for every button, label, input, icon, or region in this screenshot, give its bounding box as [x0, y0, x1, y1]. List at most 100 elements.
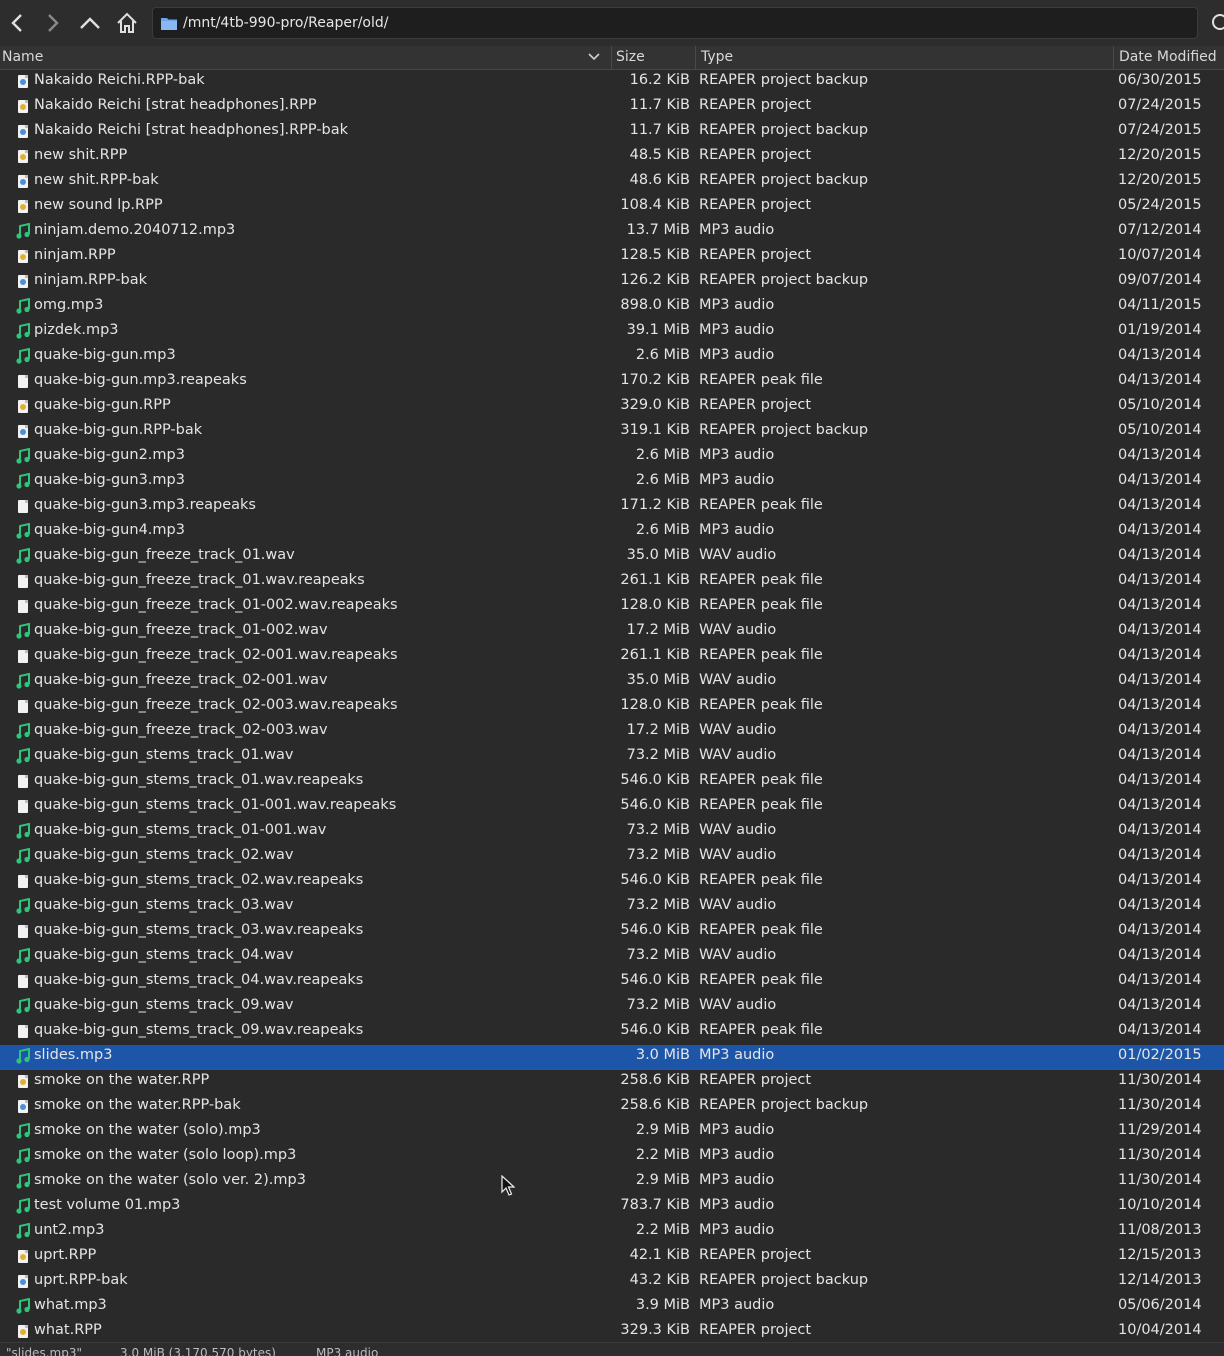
file-size: 48.5 KiB	[629, 147, 690, 163]
file-type: MP3 audio	[699, 447, 775, 463]
file-type: WAV audio	[699, 622, 777, 638]
up-button[interactable]	[76, 9, 104, 37]
file-row[interactable]: quake-big-gun3.mp3.reapeaks 171.2 KiB REAP…	[0, 495, 1224, 520]
file-row[interactable]: quake-big-gun_stems_track_02.wav 73.2 MiB…	[0, 845, 1224, 870]
file-row[interactable]: quake-big-gun_freeze_track_02-001.wav.re…	[0, 645, 1224, 670]
file-row[interactable]: quake-big-gun_stems_track_04.wav 73.2 MiB…	[0, 945, 1224, 970]
file-type: MP3 audio	[699, 522, 775, 538]
file-date: 04/13/2014	[1118, 572, 1202, 588]
file-row[interactable]: Nakaido Reichi.RPP-bak 16.2 KiB REAPER pro…	[0, 70, 1224, 95]
file-row[interactable]: quake-big-gun_stems_track_03.wav 73.2 MiB…	[0, 895, 1224, 920]
file-type: REAPER peak file	[699, 972, 823, 988]
file-type: REAPER project	[699, 1322, 812, 1338]
path-bar[interactable]: /mnt/4tb-990-pro/Reaper/old/	[152, 7, 1198, 39]
file-row[interactable]: quake-big-gun3.mp3 2.6 MiB MP3 audio 04/13/…	[0, 470, 1224, 495]
home-button[interactable]	[113, 9, 141, 37]
file-row[interactable]: quake-big-gun_stems_track_01.wav 73.2 MiB…	[0, 745, 1224, 770]
file-size: 11.7 KiB	[629, 97, 690, 113]
file-row[interactable]: unt2.mp3 2.2 MiB MP3 audio 11/08/2013	[0, 1220, 1224, 1245]
file-date: 04/13/2014	[1118, 1022, 1202, 1038]
file-icon	[16, 873, 30, 889]
file-row[interactable]: test volume 01.mp3 783.7 KiB MP3 audio 10/1…	[0, 1195, 1224, 1220]
music-icon	[16, 997, 30, 1014]
file-row[interactable]: slides.mp3 3.0 MiB MP3 audio 01/02/2015	[0, 1045, 1224, 1070]
file-row[interactable]: quake-big-gun4.mp3 2.6 MiB MP3 audio 04/13/…	[0, 520, 1224, 545]
file-type: MP3 audio	[699, 322, 775, 338]
file-row[interactable]: pizdek.mp3 39.1 MiB MP3 audio 01/19/2014	[0, 320, 1224, 345]
file-icon	[16, 373, 30, 389]
file-row[interactable]: quake-big-gun_stems_track_01.wav.reapeak…	[0, 770, 1224, 795]
file-date: 04/13/2014	[1118, 472, 1202, 488]
file-date: 05/10/2014	[1118, 397, 1202, 413]
file-row[interactable]: quake-big-gun_freeze_track_02-003.wav 17.…	[0, 720, 1224, 745]
file-row[interactable]: quake-big-gun_stems_track_01-001.wav 73.2…	[0, 820, 1224, 845]
file-row[interactable]: smoke on the water.RPP 258.6 KiB REAPER pr…	[0, 1070, 1224, 1095]
file-row[interactable]: quake-big-gun.RPP-bak 319.1 KiB REAPER pro…	[0, 420, 1224, 445]
file-row[interactable]: quake-big-gun_stems_track_09.wav.reapeak…	[0, 1020, 1224, 1045]
file-type: MP3 audio	[699, 1147, 775, 1163]
file-name: smoke on the water.RPP-bak	[34, 1097, 241, 1113]
file-name: quake-big-gun_freeze_track_01.wav	[34, 547, 295, 563]
file-size: 329.3 KiB	[620, 1322, 690, 1338]
file-row[interactable]: what.RPP 329.3 KiB REAPER project 10/04/201…	[0, 1320, 1224, 1342]
file-row[interactable]: new shit.RPP 48.5 KiB REAPER project 12/20/…	[0, 145, 1224, 170]
file-type: MP3 audio	[699, 1297, 775, 1313]
file-type: REAPER project backup	[699, 1097, 869, 1113]
file-row[interactable]: smoke on the water (solo ver. 2).mp3 2.9 …	[0, 1170, 1224, 1195]
search-icon[interactable]	[1208, 12, 1224, 34]
file-size: 2.6 MiB	[635, 522, 690, 538]
file-row[interactable]: quake-big-gun_stems_track_04.wav.reapeak…	[0, 970, 1224, 995]
music-icon	[16, 847, 30, 864]
file-size: 258.6 KiB	[620, 1072, 690, 1088]
file-row[interactable]: quake-big-gun_freeze_track_01.wav 35.0 Mi…	[0, 545, 1224, 570]
file-row[interactable]: what.mp3 3.9 MiB MP3 audio 05/06/2014	[0, 1295, 1224, 1320]
type-column-header[interactable]: Type	[695, 46, 1113, 69]
file-size: 128.0 KiB	[620, 697, 690, 713]
file-name: slides.mp3	[34, 1047, 113, 1063]
file-icon	[16, 773, 30, 789]
file-row[interactable]: ninjam.RPP 128.5 KiB REAPER project 10/07/2…	[0, 245, 1224, 270]
file-row[interactable]: quake-big-gun_freeze_track_02-003.wav.re…	[0, 695, 1224, 720]
file-row[interactable]: quake-big-gun.mp3 2.6 MiB MP3 audio 04/13/2…	[0, 345, 1224, 370]
file-row[interactable]: quake-big-gun_freeze_track_01-002.wav.re…	[0, 595, 1224, 620]
file-row[interactable]: quake-big-gun_stems_track_02.wav.reapeak…	[0, 870, 1224, 895]
file-row[interactable]: omg.mp3 898.0 KiB MP3 audio 04/11/2015	[0, 295, 1224, 320]
file-row[interactable]: quake-big-gun_stems_track_01-001.wav.rea…	[0, 795, 1224, 820]
file-size: 2.9 MiB	[635, 1122, 690, 1138]
forward-button[interactable]	[39, 9, 67, 37]
file-row[interactable]: quake-big-gun_freeze_track_02-001.wav 35.…	[0, 670, 1224, 695]
file-row[interactable]: Nakaido Reichi [strat headphones].RPP-ba…	[0, 120, 1224, 145]
file-row[interactable]: smoke on the water (solo).mp3 2.9 MiB MP3 …	[0, 1120, 1224, 1145]
project-icon	[16, 248, 30, 264]
file-name: quake-big-gun_stems_track_04.wav.reapeak…	[34, 972, 364, 988]
file-type: REAPER project	[699, 397, 812, 413]
file-row[interactable]: uprt.RPP-bak 43.2 KiB REAPER project backu…	[0, 1270, 1224, 1295]
size-column-header[interactable]: Size	[611, 46, 695, 69]
file-type: MP3 audio	[699, 1122, 775, 1138]
date-column-header[interactable]: Date Modified	[1113, 46, 1224, 69]
file-name: quake-big-gun_freeze_track_01-002.wav.re…	[34, 597, 398, 613]
file-date: 12/14/2013	[1118, 1272, 1202, 1288]
file-size: 17.2 MiB	[626, 622, 690, 638]
file-row[interactable]: quake-big-gun.RPP 329.0 KiB REAPER project…	[0, 395, 1224, 420]
file-name: quake-big-gun_stems_track_02.wav.reapeak…	[34, 872, 364, 888]
file-row[interactable]: smoke on the water (solo loop).mp3 2.2 Mi…	[0, 1145, 1224, 1170]
file-row[interactable]: quake-big-gun_freeze_track_01.wav.reapea…	[0, 570, 1224, 595]
file-row[interactable]: new sound lp.RPP 108.4 KiB REAPER project 0…	[0, 195, 1224, 220]
file-row[interactable]: smoke on the water.RPP-bak 258.6 KiB REAPE…	[0, 1095, 1224, 1120]
back-button[interactable]	[3, 9, 31, 37]
file-row[interactable]: uprt.RPP 42.1 KiB REAPER project 12/15/2013	[0, 1245, 1224, 1270]
file-row[interactable]: quake-big-gun_stems_track_03.wav.reapeak…	[0, 920, 1224, 945]
file-row[interactable]: quake-big-gun_freeze_track_01-002.wav 17.…	[0, 620, 1224, 645]
file-row[interactable]: quake-big-gun.mp3.reapeaks 170.2 KiB REAPE…	[0, 370, 1224, 395]
file-row[interactable]: new shit.RPP-bak 48.6 KiB REAPER project b…	[0, 170, 1224, 195]
file-row[interactable]: ninjam.RPP-bak 126.2 KiB REAPER project ba…	[0, 270, 1224, 295]
file-row[interactable]: ninjam.demo.2040712.mp3 13.7 MiB MP3 audio…	[0, 220, 1224, 245]
file-row[interactable]: quake-big-gun_stems_track_09.wav 73.2 MiB…	[0, 995, 1224, 1020]
file-row[interactable]: quake-big-gun2.mp3 2.6 MiB MP3 audio 04/13/…	[0, 445, 1224, 470]
name-column-header[interactable]: Name	[0, 46, 611, 69]
file-row[interactable]: Nakaido Reichi [strat headphones].RPP 11.…	[0, 95, 1224, 120]
file-name: quake-big-gun_stems_track_02.wav	[34, 847, 294, 863]
file-date: 06/30/2015	[1118, 72, 1202, 88]
file-date: 11/08/2013	[1118, 1222, 1202, 1238]
